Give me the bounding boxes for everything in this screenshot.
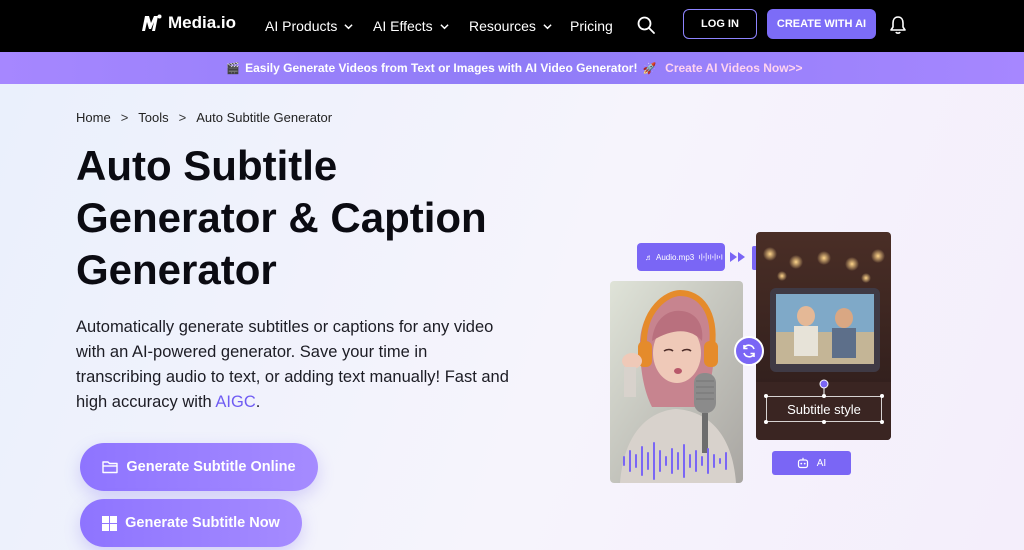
nav-item-label: Resources [469, 18, 536, 34]
page-title: Auto Subtitle Generator & Caption Genera… [76, 140, 546, 296]
nav-item-ai-products[interactable]: AI Products [265, 0, 353, 52]
sync-icon [734, 336, 764, 366]
logo-text: Media.io [168, 13, 237, 32]
brand-logo[interactable]: Media.io [140, 13, 236, 33]
ai-chip: AI [772, 451, 851, 475]
nav-item-ai-effects[interactable]: AI Effects [373, 0, 449, 52]
rocket-icon: 🚀 [642, 62, 657, 75]
notification-bell-icon[interactable] [889, 15, 907, 35]
nav-item-resources[interactable]: Resources [469, 0, 552, 52]
breadcrumb: Home > Tools > Auto Subtitle Generator [76, 110, 332, 125]
cta-label: Generate Subtitle Now [125, 515, 280, 531]
title-line: Generator [76, 246, 277, 293]
music-note-icon: ♬ [645, 252, 653, 262]
nav-item-label: AI Effects [373, 18, 433, 34]
chevron-down-icon [440, 23, 449, 29]
breadcrumb-separator: > [178, 110, 187, 125]
hero-description: Automatically generate subtitles or capt… [76, 315, 516, 415]
title-line: Auto Subtitle [76, 142, 338, 189]
promo-banner: 🎬 Easily Generate Videos from Text or Im… [0, 52, 1024, 84]
ai-label: AI [816, 457, 827, 469]
login-button[interactable]: LOG IN [683, 9, 757, 39]
breadcrumb-home[interactable]: Home [76, 110, 111, 125]
breadcrumb-current: Auto Subtitle Generator [196, 110, 333, 125]
promo-text: Easily Generate Videos from Text or Imag… [245, 61, 638, 75]
promo-link[interactable]: Create AI Videos Now>> [665, 61, 802, 75]
search-icon[interactable] [636, 15, 656, 35]
top-navigation: Media.io AI Products AI Effects Resource… [0, 0, 1024, 52]
robot-icon [797, 457, 808, 469]
cta-label: Generate Subtitle Online [126, 459, 296, 475]
woman-podcast-photo [610, 281, 743, 483]
double-arrow-right-icon [730, 252, 745, 262]
description-text: Automatically generate subtitles or capt… [76, 318, 509, 411]
breadcrumb-separator: > [120, 110, 129, 125]
create-with-ai-button[interactable]: CREATE WITH AI [767, 9, 876, 39]
title-line: Generator & Caption [76, 194, 487, 241]
aigc-link[interactable]: AIGC [215, 393, 255, 411]
breadcrumb-tools[interactable]: Tools [138, 110, 168, 125]
audio-file-chip: ♬ Audio.mp3 [637, 243, 725, 271]
film-clapper-icon: 🎬 [226, 62, 241, 75]
chevron-down-icon [344, 23, 353, 29]
nav-item-label: Pricing [570, 18, 613, 34]
windows-icon [102, 515, 118, 531]
generate-subtitle-online-button[interactable]: Generate Subtitle Online [80, 443, 318, 491]
chevron-down-icon [543, 23, 552, 29]
nav-item-pricing[interactable]: Pricing [570, 0, 613, 52]
nav-item-label: AI Products [265, 18, 338, 34]
audio-file-name: Audio.mp3 [656, 252, 695, 262]
subtitle-style-label: Subtitle style [766, 396, 882, 422]
description-end: . [255, 393, 261, 411]
media-io-logo-icon [142, 14, 162, 31]
folder-icon [102, 461, 119, 474]
generate-subtitle-now-button[interactable]: Generate Subtitle Now [80, 499, 302, 547]
waveform-icon [699, 252, 723, 262]
